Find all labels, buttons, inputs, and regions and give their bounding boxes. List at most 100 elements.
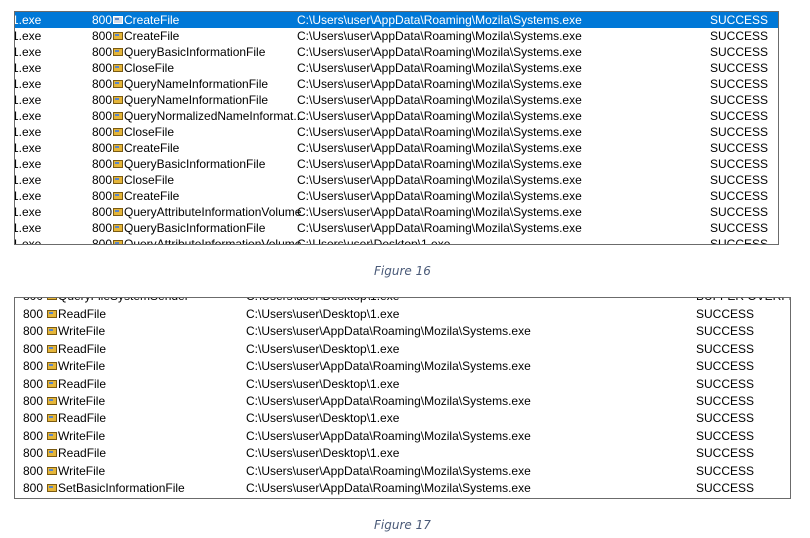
- event-row[interactable]: 1.exe 800 CreateFile C:\Users\user\AppData\…: [15, 188, 778, 204]
- event-row[interactable]: 1.exe 800 CloseFile C:\Users\user\AppData\R…: [15, 172, 778, 188]
- process-name-cell: 1.exe: [14, 205, 42, 219]
- event-row[interactable]: 800 WriteFile C:\Users\user\AppData\Roamin…: [15, 358, 790, 374]
- pid-cell: 800: [23, 298, 43, 304]
- result-cell: SUCCESS: [710, 109, 769, 123]
- event-row[interactable]: 800 QueryFileSystemSender C:\Users\user\De…: [15, 298, 790, 304]
- operation-cell: WriteFile: [47, 323, 105, 339]
- file-system-icon: [47, 431, 57, 440]
- operation-label: CreateFile: [124, 141, 180, 155]
- path-cell: C:\Users\user\AppData\Roaming\Mozila\Sys…: [246, 359, 531, 374]
- path-cell: C:\Users\user\AppData\Roaming\Mozila\Sys…: [297, 93, 582, 107]
- process-name-cell: 1.exe: [14, 173, 42, 187]
- pid-cell: 800: [92, 221, 113, 235]
- file-system-icon: [47, 466, 57, 475]
- path-cell: C:\Users\user\AppData\Roaming\Mozila\Sys…: [297, 77, 582, 91]
- event-row[interactable]: 800 ReadFile C:\Users\user\Desktop\1.exe SU…: [15, 341, 790, 357]
- operation-label: ReadFile: [58, 307, 107, 321]
- pid-cell: 800: [23, 307, 44, 321]
- file-system-icon: [47, 414, 57, 423]
- pid-cell: 800: [92, 173, 113, 187]
- file-system-icon: [113, 96, 123, 104]
- process-name-cell: 1.exe: [14, 29, 42, 43]
- operation-cell: QueryBasicInformationFile: [113, 220, 265, 236]
- figure16-caption: Figure 16: [374, 264, 431, 278]
- event-row[interactable]: 800 WriteFile C:\Users\user\AppData\Roamin…: [15, 323, 790, 339]
- path-cell: C:\Users\user\AppData\Roaming\Mozila\Sys…: [297, 141, 582, 155]
- path-cell: C:\Users\user\AppData\Roaming\Mozila\Sys…: [297, 173, 582, 187]
- event-row[interactable]: 800 WriteFile C:\Users\user\AppData\Roamin…: [15, 393, 790, 409]
- operation-label: QueryAttributeInformationVolume: [124, 237, 302, 245]
- result-cell: SUCCESS: [710, 173, 769, 187]
- result-cell: SUCCESS: [696, 359, 755, 374]
- path-cell: C:\Users\user\AppData\Roaming\Mozila\Sys…: [246, 394, 531, 408]
- file-system-icon: [113, 208, 123, 216]
- operation-label: ReadFile: [58, 376, 107, 391]
- operation-cell: QueryBasicInformationFile: [113, 44, 265, 60]
- operation-cell: ReadFile: [47, 306, 106, 322]
- result-cell: SUCCESS: [696, 411, 755, 426]
- result-cell: SUCCESS: [696, 428, 755, 443]
- operation-label: CreateFile: [124, 189, 180, 203]
- event-row[interactable]: 800 ReadFile C:\Users\user\Desktop\1.exe SU…: [15, 445, 790, 461]
- process-name-cell: 1.exe: [14, 157, 42, 171]
- pid-cell: 800: [23, 376, 44, 391]
- event-row[interactable]: 1.exe 800 QueryAttributeInformationVolume C…: [15, 204, 778, 220]
- event-row[interactable]: 800 ReadFile C:\Users\user\Desktop\1.exe SU…: [15, 376, 790, 392]
- event-row[interactable]: 800 ReadFile C:\Users\user\Desktop\1.exe SU…: [15, 306, 790, 322]
- event-row[interactable]: 1.exe 800 CloseFile C:\Users\user\AppData\R…: [15, 60, 778, 76]
- path-cell: C:\Users\user\AppData\Roaming\Mozila\Sys…: [246, 324, 531, 339]
- event-row[interactable]: 1.exe 800 QueryNormalizedNameInformat... C:…: [15, 108, 778, 124]
- result-cell: SUCCESS: [710, 29, 769, 43]
- file-system-icon: [113, 192, 123, 200]
- file-system-icon: [113, 32, 123, 40]
- event-row[interactable]: 1.exe 800 QueryAttributeInformationVolume C…: [15, 236, 778, 245]
- path-cell: C:\Users\user\AppData\Roaming\Mozila\Sys…: [246, 428, 531, 443]
- process-name-cell: 1.exe: [14, 13, 42, 27]
- operation-label: QueryAttributeInformationVolume: [124, 205, 302, 219]
- event-row[interactable]: 800 WriteFile C:\Users\user\AppData\Roamin…: [15, 428, 790, 444]
- event-row[interactable]: 1.exe 800 CreateFile C:\Users\user\AppData\…: [15, 140, 778, 156]
- operation-cell: WriteFile: [47, 358, 105, 374]
- event-row[interactable]: 1.exe 800 QueryBasicInformationFile C:\User…: [15, 156, 778, 172]
- procmon-event-list-figure17: 800 QueryFileSystemSender C:\Users\user\De…: [14, 297, 791, 499]
- path-cell: C:\Users\user\AppData\Roaming\Mozila\Sys…: [246, 463, 531, 478]
- path-cell: C:\Users\user\AppData\Roaming\Mozila\Sys…: [246, 481, 531, 495]
- pid-cell: 800: [23, 481, 44, 495]
- event-row[interactable]: 1.exe 800 CreateFile C:\Users\user\AppData\…: [15, 12, 778, 28]
- operation-label: SetBasicInformationFile: [58, 481, 185, 495]
- event-row[interactable]: 1.exe 800 CloseFile C:\Users\user\AppData\R…: [15, 124, 778, 140]
- operation-cell: QueryNormalizedNameInformat...: [113, 108, 303, 124]
- pid-cell: 800: [92, 45, 113, 59]
- event-row[interactable]: 1.exe 800 QueryNameInformationFile C:\Users…: [15, 92, 778, 108]
- file-system-icon: [47, 484, 57, 492]
- event-row[interactable]: 1.exe 800 QueryBasicInformationFile C:\User…: [15, 220, 778, 236]
- process-name-cell: 1.exe: [14, 77, 42, 91]
- result-cell: SUCCESS: [696, 307, 755, 321]
- process-name-cell: 1.exe: [14, 61, 42, 75]
- result-cell: SUCCESS: [710, 189, 769, 203]
- event-row[interactable]: 1.exe 800 CreateFile C:\Users\user\AppData\…: [15, 28, 778, 44]
- operation-label: CloseFile: [124, 61, 175, 75]
- event-row[interactable]: 800 ReadFile C:\Users\user\Desktop\1.exe SU…: [15, 410, 790, 426]
- path-cell: C:\Users\user\AppData\Roaming\Mozila\Sys…: [297, 13, 582, 27]
- operation-cell: QueryAttributeInformationVolume: [113, 204, 301, 220]
- operation-label: QueryBasicInformationFile: [124, 45, 266, 59]
- event-row[interactable]: 1.exe 800 QueryNameInformationFile C:\Users…: [15, 76, 778, 92]
- operation-cell: QueryBasicInformationFile: [113, 156, 265, 172]
- event-row[interactable]: 800 WriteFile C:\Users\user\AppData\Roamin…: [15, 463, 790, 479]
- operation-label: WriteFile: [58, 463, 106, 478]
- event-row[interactable]: 800 SetBasicInformationFile C:\Users\user\…: [15, 480, 790, 496]
- operation-label: QueryNormalizedNameInformat...: [124, 109, 304, 123]
- path-cell: C:\Users\user\AppData\Roaming\Mozila\Sys…: [297, 29, 582, 43]
- file-system-icon: [113, 176, 123, 184]
- pid-cell: 800: [23, 428, 44, 443]
- procmon-event-list-figure16: 1.exe 800 CreateFile C:\Users\user\AppData\…: [14, 11, 779, 245]
- result-cell: SUCCESS: [696, 394, 755, 408]
- operation-label: WriteFile: [58, 428, 106, 443]
- path-cell: C:\Users\user\Desktop\1.exe: [246, 446, 400, 461]
- file-system-icon: [47, 310, 57, 318]
- operation-cell: QueryAttributeInformationVolume: [113, 236, 302, 245]
- operation-label: WriteFile: [58, 324, 106, 339]
- event-row[interactable]: 1.exe 800 QueryBasicInformationFile C:\User…: [15, 44, 778, 60]
- pid-cell: 800: [23, 463, 44, 478]
